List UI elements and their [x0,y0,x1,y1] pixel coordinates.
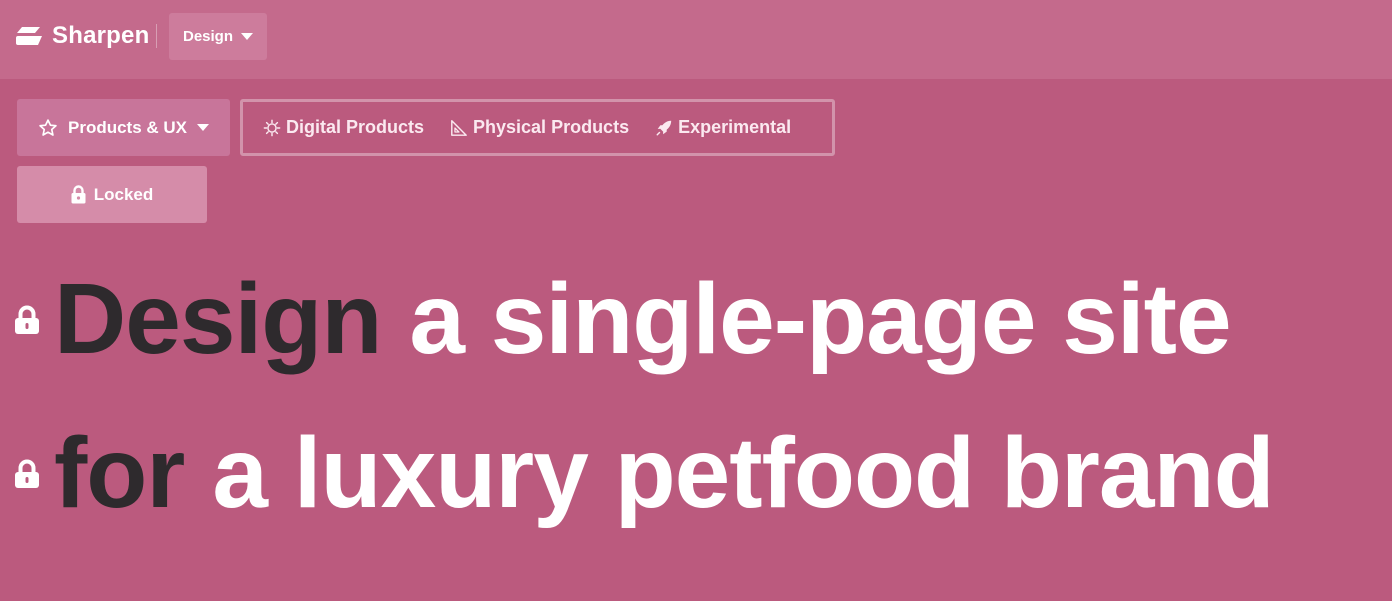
category-label: Products & UX [67,117,188,137]
chevron-down-icon [197,124,210,131]
prompt-line-1: Design a single-page site [14,262,1232,377]
prompt-text[interactable]: a luxury petfood brand [212,416,1274,531]
subcategory-group: Digital Products Physical Products Exper… [240,99,835,156]
subcategory-experimental[interactable]: Experimental [655,117,791,138]
top-bar: Sharpen Design [0,0,1392,79]
subcategory-digital-products[interactable]: Digital Products [263,117,424,138]
brand[interactable]: Sharpen [16,20,149,52]
mode-dropdown-label: Design [182,28,233,45]
lock-icon [71,185,86,204]
sharpen-logo-icon [16,27,42,45]
lock-icon[interactable] [14,459,40,489]
brand-name: Sharpen [52,22,150,49]
sun-gear-icon [263,119,281,136]
mode-dropdown[interactable]: Design [169,13,267,60]
subcategory-physical-products[interactable]: Physical Products [450,117,629,138]
subcategory-label: Experimental [678,117,792,137]
locked-toggle-button[interactable]: Locked [17,166,207,223]
locked-word[interactable]: for [54,416,185,531]
star-icon [39,118,57,136]
subcategory-label: Physical Products [473,117,630,137]
prompt-line-2: for a luxury petfood brand [14,416,1275,531]
prompt-text[interactable]: a single-page site [409,262,1231,377]
category-dropdown[interactable]: Products & UX [17,99,230,156]
subcategory-label: Digital Products [286,117,425,137]
divider [156,24,157,48]
chevron-down-icon [241,33,253,40]
lock-icon[interactable] [14,305,40,335]
locked-word[interactable]: Design [54,262,382,377]
locked-label: Locked [93,184,154,204]
set-square-icon [451,119,467,136]
rocket-icon [656,120,672,135]
